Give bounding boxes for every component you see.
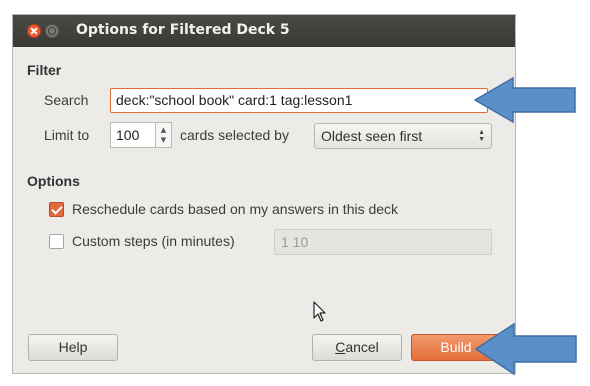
custom-steps-input: 1 10 xyxy=(274,229,492,255)
help-button[interactable]: Help xyxy=(28,334,118,361)
filter-section-label: Filter xyxy=(27,62,62,78)
annotation-arrow-icon xyxy=(474,322,577,376)
order-select[interactable]: Oldest seen first ▲ ▼ xyxy=(314,123,492,149)
filtered-deck-dialog: Options for Filtered Deck 5 Filter Searc… xyxy=(12,14,516,374)
minimize-icon[interactable] xyxy=(45,24,59,38)
custom-steps-label[interactable]: Custom steps (in minutes) xyxy=(72,233,235,249)
cancel-button[interactable]: Cancel xyxy=(312,334,402,361)
limit-label: Limit to xyxy=(44,127,90,143)
reschedule-checkbox[interactable] xyxy=(49,202,64,217)
order-select-value: Oldest seen first xyxy=(321,128,423,144)
title-bar: Options for Filtered Deck 5 xyxy=(13,15,515,47)
custom-steps-checkbox[interactable] xyxy=(49,234,64,249)
cancel-mnemonic: C xyxy=(335,339,346,355)
limit-input[interactable]: 100 xyxy=(110,122,155,148)
cancel-label: ancel xyxy=(345,339,379,355)
search-input[interactable]: deck:"school book" card:1 tag:lesson1 xyxy=(110,88,488,113)
window-title: Options for Filtered Deck 5 xyxy=(76,22,290,38)
mouse-pointer-icon xyxy=(313,301,326,322)
reschedule-label[interactable]: Reschedule cards based on my answers in … xyxy=(72,201,398,217)
close-icon[interactable] xyxy=(27,24,41,38)
limit-stepper[interactable]: ▲ ▼ xyxy=(155,122,172,148)
options-section-label: Options xyxy=(27,173,80,189)
annotation-arrow-icon xyxy=(473,76,576,124)
search-label: Search xyxy=(44,92,89,108)
chevron-updown-icon: ▲ ▼ xyxy=(478,129,485,143)
selected-by-label: cards selected by xyxy=(180,127,289,143)
